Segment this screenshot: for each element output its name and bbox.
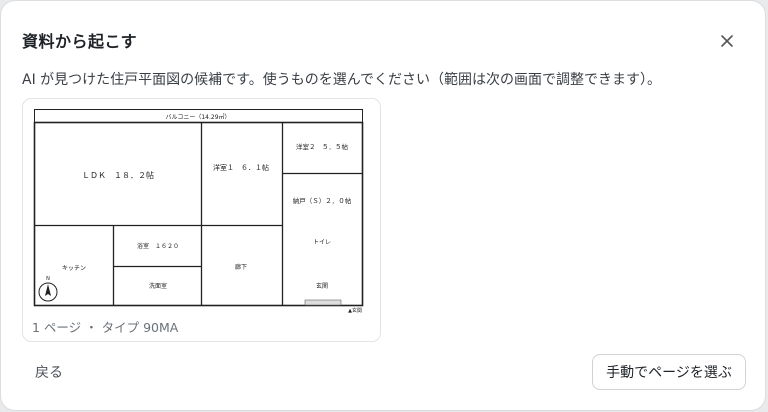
north-label: N [46, 276, 50, 282]
room2-label: 洋室２ ５．５帖 [296, 142, 349, 151]
dialog-description: AI が見つけた住戸平面図の候補です。使うものを選んでください（範囲は次の画面で… [22, 72, 662, 88]
entrance-label: 玄関 [316, 282, 328, 290]
storage-label: 納戸（Ｓ）２．０帖 [293, 196, 352, 205]
toilet-label: トイレ [313, 239, 331, 246]
washroom-label: 洗面室 [149, 282, 167, 290]
floorplan-candidate-card[interactable]: バルコニー（14.29㎡） ＬＤＫ １８．２帖 洋室１ ６．１帖 洋室２ ５．５… [22, 98, 381, 342]
compass-icon [38, 282, 58, 302]
floorplan-thumbnail: バルコニー（14.29㎡） ＬＤＫ １８．２帖 洋室１ ６．１帖 洋室２ ５．５… [33, 108, 365, 314]
ldk-label: ＬＤＫ １８．２帖 [82, 170, 154, 180]
select-floorplan-dialog: 資料から起こす AI が見つけた住戸平面図の候補です。使うものを選んでください（… [1, 1, 765, 410]
back-button[interactable]: 戻る [35, 362, 63, 382]
entrance-marker: ▲玄関 [348, 307, 362, 314]
hallway-label: 廊下 [235, 263, 247, 271]
room1-label: 洋室１ ６．１帖 [213, 163, 269, 172]
manual-select-page-button[interactable]: 手動でページを選ぶ [592, 354, 746, 390]
close-icon [721, 35, 733, 47]
candidate-caption: 1 ページ ・ タイプ 90MA [32, 320, 179, 335]
close-button[interactable] [713, 27, 741, 55]
balcony-label: バルコニー（14.29㎡） [165, 113, 230, 121]
dialog-title: 資料から起こす [22, 32, 138, 51]
kitchen-label: キッチン [62, 265, 86, 272]
bath-label: 浴室 １６２０ [137, 242, 179, 250]
